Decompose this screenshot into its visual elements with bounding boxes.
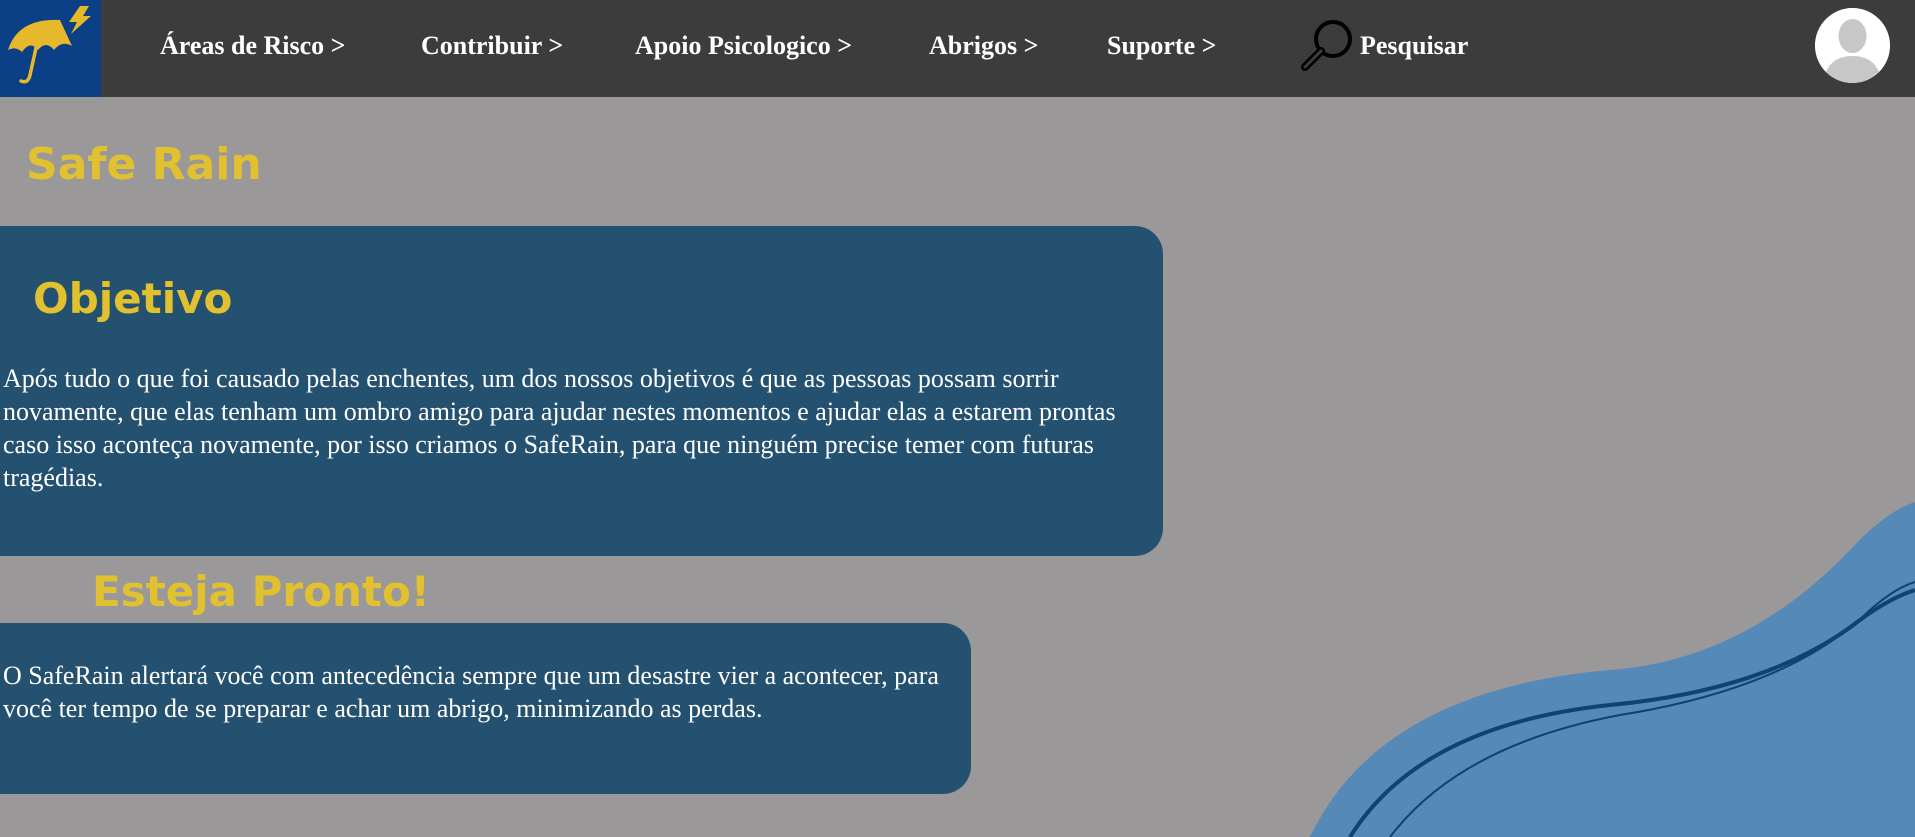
search-link[interactable]: Pesquisar	[1360, 29, 1468, 63]
objetivo-heading: Objetivo	[33, 274, 233, 323]
pronto-text: O SafeRain alertará você com antecedênci…	[3, 661, 939, 723]
nav-contribuir[interactable]: Contribuir >	[421, 29, 563, 63]
magnifier-icon[interactable]	[1298, 17, 1356, 80]
nav-abrigos[interactable]: Abrigos >	[929, 29, 1038, 63]
pronto-heading: Esteja Pronto!	[92, 567, 430, 616]
top-navbar: Áreas de Risco > Contribuir > Apoio Psic…	[0, 0, 1915, 97]
nav-suporte[interactable]: Suporte >	[1107, 29, 1216, 63]
logo[interactable]	[0, 0, 101, 97]
avatar[interactable]	[1815, 8, 1890, 83]
nav-apoio-psicologico[interactable]: Apoio Psicologico >	[635, 29, 852, 63]
objetivo-text: Após tudo o que foi causado pelas enchen…	[3, 364, 1116, 492]
umbrella-lightning-icon	[8, 6, 91, 84]
page-title: Safe Rain	[26, 139, 262, 190]
objetivo-card: Objetivo Após tudo o que foi causado pel…	[0, 226, 1163, 556]
nav-areas-de-risco[interactable]: Áreas de Risco >	[160, 29, 345, 63]
pronto-card: O SafeRain alertará você com antecedênci…	[0, 623, 971, 794]
decorative-waves	[1310, 502, 1915, 837]
user-avatar-icon	[1815, 8, 1890, 83]
